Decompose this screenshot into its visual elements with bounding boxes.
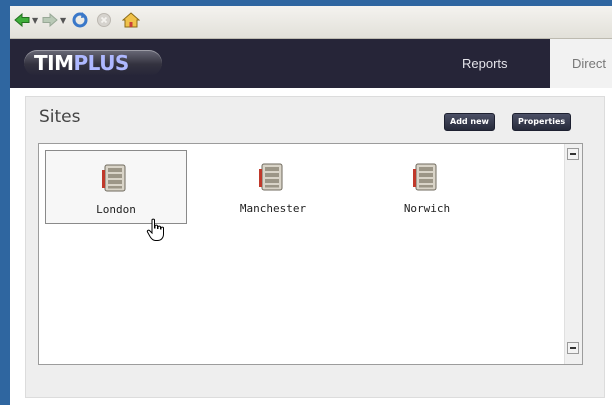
site-item-norwich[interactable]: Norwich — [357, 150, 497, 222]
stop-icon — [97, 13, 111, 27]
scroll-up-button[interactable] — [567, 148, 579, 160]
scroll-down-icon — [570, 347, 576, 349]
forward-button[interactable]: ▼ — [42, 6, 66, 34]
sites-list[interactable]: London Manchester Norwich — [38, 143, 583, 365]
timplus-logo: TIMPLUS — [24, 50, 162, 76]
scroll-down-button[interactable] — [567, 342, 579, 354]
back-button[interactable]: ▼ — [14, 6, 38, 34]
home-icon — [122, 12, 140, 28]
forward-arrow-icon — [42, 13, 58, 27]
site-item-london[interactable]: London — [45, 150, 187, 224]
site-label: London — [96, 203, 136, 216]
app-header: TIMPLUS Reports Direct — [10, 39, 612, 88]
vertical-scrollbar[interactable] — [564, 144, 582, 364]
server-icon — [413, 163, 437, 191]
server-icon — [259, 163, 283, 191]
stop-button[interactable] — [96, 6, 112, 34]
logo-plus-text: PLUS — [73, 51, 130, 75]
site-item-manchester[interactable]: Manchester — [203, 150, 343, 222]
back-arrow-icon — [14, 13, 30, 27]
back-dropdown-icon[interactable]: ▼ — [32, 16, 38, 25]
server-icon — [102, 164, 126, 192]
add-new-button[interactable]: Add new — [444, 113, 495, 131]
home-button[interactable] — [122, 6, 140, 34]
browser-toolbar: ▼ ▼ — [10, 6, 612, 39]
sites-panel: Sites Add new Properties London Manchest… — [25, 96, 605, 398]
nav-tab-directory[interactable]: Direct — [550, 39, 612, 88]
nav-tab-directory-label: Direct — [572, 56, 606, 71]
site-label: Manchester — [239, 202, 307, 215]
main-content: Sites Add new Properties London Manchest… — [10, 88, 612, 405]
site-label: Norwich — [403, 202, 451, 215]
hand-cursor-icon — [146, 218, 164, 241]
forward-dropdown-icon[interactable]: ▼ — [60, 16, 66, 25]
properties-button[interactable]: Properties — [512, 113, 572, 131]
refresh-button[interactable] — [72, 6, 88, 34]
panel-title: Sites — [39, 107, 81, 127]
nav-tab-reports[interactable]: Reports — [462, 56, 508, 71]
logo-tim-text: TIM — [34, 51, 74, 75]
scroll-up-icon — [570, 153, 576, 155]
refresh-icon — [72, 12, 88, 28]
